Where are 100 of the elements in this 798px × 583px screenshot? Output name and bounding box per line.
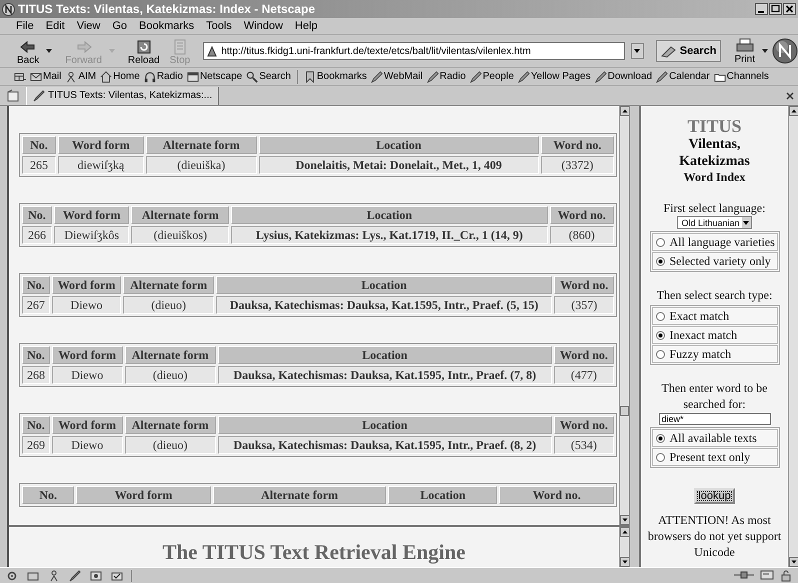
toolbar-link[interactable]: People xyxy=(470,70,514,82)
new-tab-icon[interactable] xyxy=(6,88,20,102)
menu-item[interactable]: Bookmarks xyxy=(139,20,194,32)
person-icon[interactable] xyxy=(48,570,60,582)
address-field[interactable]: http://titus.fkidg1.uni-frankfurt.de/texte/etcs/balt/lit/vilentas/vilenlex.htm xyxy=(203,42,626,60)
radio-option[interactable]: Inexact match xyxy=(652,326,778,344)
toolbar-link[interactable]: Radio xyxy=(426,70,466,82)
column-header: Word no. xyxy=(554,416,614,434)
dropdown-caret-icon[interactable] xyxy=(762,49,768,53)
column-header: Word form xyxy=(52,416,123,434)
dropdown-caret-icon[interactable] xyxy=(46,49,52,53)
menu-item[interactable]: Tools xyxy=(206,20,232,32)
toolbar-link[interactable]: Bookmarks xyxy=(304,70,367,82)
window-icon xyxy=(186,70,199,82)
menu-item[interactable]: Window xyxy=(244,20,283,32)
maximize-icon[interactable] xyxy=(769,3,782,15)
column-header: Word form xyxy=(52,276,122,294)
menu-icon[interactable] xyxy=(14,70,26,82)
toolbar-link[interactable]: AIM xyxy=(65,70,96,82)
radio-button[interactable] xyxy=(656,256,664,266)
radio-option[interactable]: All language varieties xyxy=(652,233,778,251)
column-header: No. xyxy=(22,416,50,434)
print-button[interactable]: Print xyxy=(731,38,758,64)
radio-option[interactable]: Selected variety only xyxy=(652,252,778,270)
plug-icon[interactable] xyxy=(734,570,754,580)
radio-option[interactable]: All available texts xyxy=(652,429,778,447)
column-header: Location xyxy=(231,206,548,224)
menu-item[interactable]: View xyxy=(76,20,100,32)
picture-frame-icon[interactable] xyxy=(90,570,102,582)
address-dropdown[interactable] xyxy=(631,43,644,59)
search-word-field[interactable]: diew* xyxy=(658,413,770,425)
toolbar-link[interactable]: Calendar xyxy=(656,70,710,82)
toolbar-link[interactable]: Channels xyxy=(714,70,769,82)
footer-title: The TITUS Text Retrieval Engine xyxy=(162,540,466,565)
menu-item[interactable]: File xyxy=(16,20,34,32)
radio-option[interactable]: Fuzzy match xyxy=(652,345,778,363)
tab[interactable]: TITUS Texts: Vilentas, Katekizmas:... xyxy=(26,86,220,104)
lock-icon[interactable] xyxy=(780,570,792,582)
lookup-button[interactable]: lookup xyxy=(694,488,735,504)
table-cell: (dieuo) xyxy=(124,436,216,454)
column-header: No. xyxy=(22,486,74,504)
close-tab-icon[interactable] xyxy=(786,92,794,100)
toolbar-link[interactable]: WebMail xyxy=(370,70,423,82)
back-button[interactable]: Back xyxy=(14,36,42,66)
radio-button[interactable] xyxy=(656,330,664,340)
radio-button[interactable] xyxy=(656,434,664,442)
toolbar-link[interactable]: Home xyxy=(100,70,140,82)
radio-button[interactable] xyxy=(656,312,664,320)
scroll-down-arrow-icon[interactable] xyxy=(620,515,629,525)
column-header: Location xyxy=(216,276,552,294)
window-title: TITUS Texts: Vilentas, Katekizmas: Index - Netscape xyxy=(18,2,316,16)
toolbar-link[interactable]: Mail xyxy=(30,70,62,82)
column-header: Location xyxy=(218,416,552,434)
scroll-thumb[interactable] xyxy=(620,406,629,416)
mail-icon[interactable] xyxy=(27,570,39,582)
scroll-down-arrow-icon[interactable] xyxy=(789,557,798,567)
pencil-icon[interactable] xyxy=(69,570,81,582)
gear-icon[interactable] xyxy=(6,570,18,582)
scroll-down-arrow-icon[interactable] xyxy=(620,557,629,567)
table-cell: (dieuiškos) xyxy=(131,226,230,244)
toolbar-link[interactable]: Search xyxy=(246,70,291,82)
table-cell: (860) xyxy=(550,226,614,244)
minimize-icon[interactable] xyxy=(755,3,768,15)
scroll-up-arrow-icon[interactable] xyxy=(620,106,629,116)
house-icon xyxy=(100,70,112,82)
menu-item[interactable]: Edit xyxy=(46,20,65,32)
radio-option[interactable]: Exact match xyxy=(652,307,778,325)
radio-option[interactable]: Present text only xyxy=(652,448,778,466)
scroll-up-arrow-icon[interactable] xyxy=(620,527,629,537)
toolbar-link[interactable]: Radio xyxy=(144,70,183,82)
scroll-up-arrow-icon[interactable] xyxy=(789,106,798,116)
toolbar-link[interactable]: Netscape xyxy=(186,70,242,82)
column-header: Word no. xyxy=(554,276,614,294)
column-header: Word no. xyxy=(499,486,614,504)
toolbar-link[interactable]: Download xyxy=(594,70,652,82)
radio-button[interactable] xyxy=(656,452,664,462)
language-dropdown[interactable]: Old Lithuanian xyxy=(677,216,752,229)
column-header: Alternate form xyxy=(146,136,257,154)
table-cell: 268 xyxy=(22,366,50,384)
reload-button[interactable]: Reload xyxy=(124,36,163,66)
radio-button[interactable] xyxy=(656,350,664,358)
search-button[interactable]: Search xyxy=(656,40,722,62)
radio-button[interactable] xyxy=(656,238,664,246)
dropdown-caret-icon xyxy=(743,220,750,224)
menu-item[interactable]: Go xyxy=(112,20,128,32)
column-header: Alternate form xyxy=(123,276,214,294)
column-header: Word form xyxy=(58,136,144,154)
checkmark-icon[interactable] xyxy=(111,570,123,582)
printer-icon xyxy=(736,38,754,54)
pencil-icon xyxy=(656,70,668,82)
menu-item[interactable]: Help xyxy=(294,20,318,32)
column-header: Word no. xyxy=(554,346,614,364)
toolbar-link[interactable]: Yellow Pages xyxy=(518,70,591,82)
table-cell: Lysius, Katekizmas: Lys., Kat.1719, II._Cr., 1 (14, 9) xyxy=(231,226,548,244)
table-cell: (357) xyxy=(554,296,614,314)
card-icon[interactable] xyxy=(760,570,774,580)
column-header: Alternate form xyxy=(124,346,216,364)
table-cell: Dauksa, Katechismas: Dauksa, Kat.1595, Intr., Praef. (7, 8) xyxy=(218,366,552,384)
close-icon[interactable] xyxy=(783,3,796,15)
table-cell: (dieuo) xyxy=(124,366,216,384)
